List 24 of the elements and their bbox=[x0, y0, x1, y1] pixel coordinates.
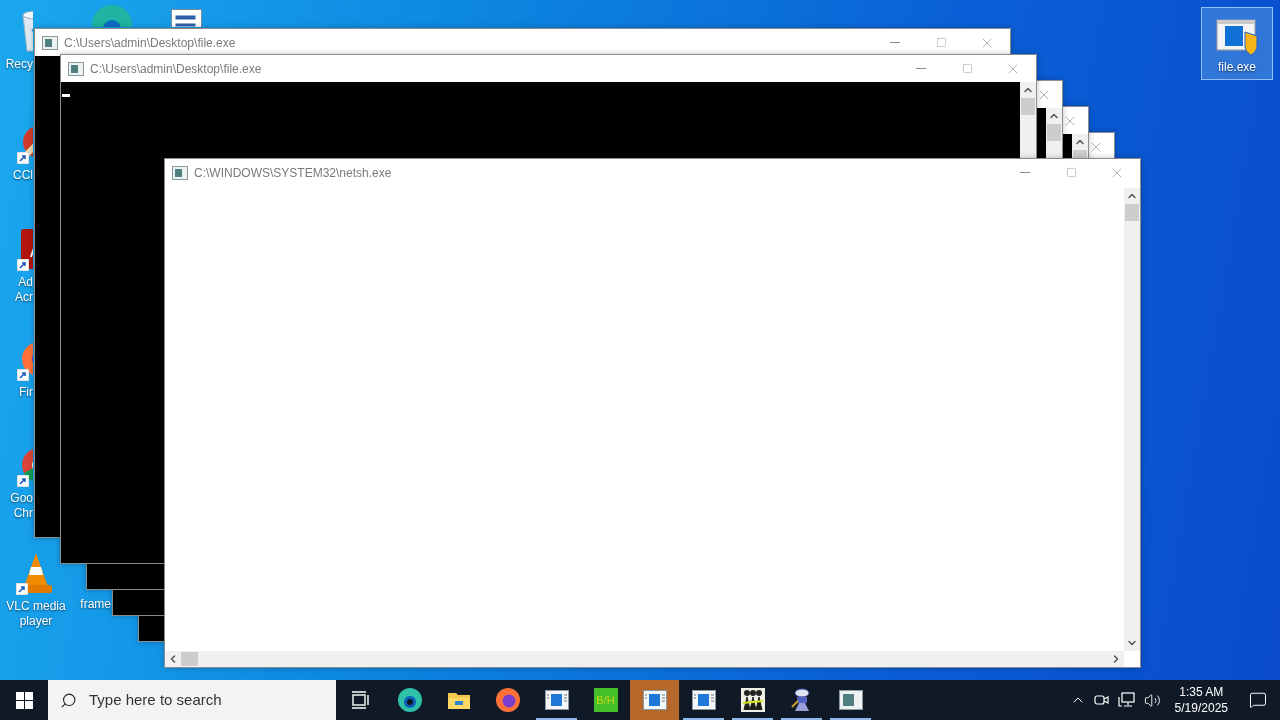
icon-label: player bbox=[19, 614, 53, 629]
window-title: C:\Users\admin\Desktop\file.exe bbox=[90, 60, 262, 78]
search-input[interactable]: Type here to search bbox=[89, 688, 324, 712]
clock[interactable]: 1:35 AM 5/19/2025 bbox=[1166, 680, 1236, 720]
search-field[interactable]: Type here to search bbox=[48, 680, 336, 720]
icon-label: file.exe bbox=[1218, 60, 1256, 75]
desktop-icon[interactable]: frame bbox=[76, 596, 112, 613]
icon-label: frame bbox=[80, 597, 111, 612]
clock-date: 5/19/2025 bbox=[1174, 700, 1228, 716]
icon-label: Fir bbox=[19, 385, 33, 400]
taskbar-app-button[interactable]: B/H bbox=[581, 680, 630, 720]
icon-label: Goo bbox=[10, 491, 33, 506]
icon-label: Recy bbox=[5, 57, 33, 72]
window-title: C:\Users\admin\Desktop\file.exe bbox=[64, 34, 236, 52]
app-tile: B/H bbox=[593, 688, 618, 712]
icon-label: CCl bbox=[13, 168, 33, 183]
icon-label: VLC media bbox=[6, 599, 66, 614]
icon-label: Chr bbox=[13, 506, 33, 521]
clock-time: 1:35 AM bbox=[1179, 684, 1224, 700]
icon-label: Ad bbox=[18, 275, 33, 290]
window-title: C:\WINDOWS\SYSTEM32\netsh.exe bbox=[194, 164, 392, 182]
desktop-icon[interactable]: VLC media player bbox=[0, 546, 72, 634]
icon-label: Acr bbox=[15, 290, 33, 305]
desktop-icon[interactable]: file.exe bbox=[1201, 7, 1273, 80]
